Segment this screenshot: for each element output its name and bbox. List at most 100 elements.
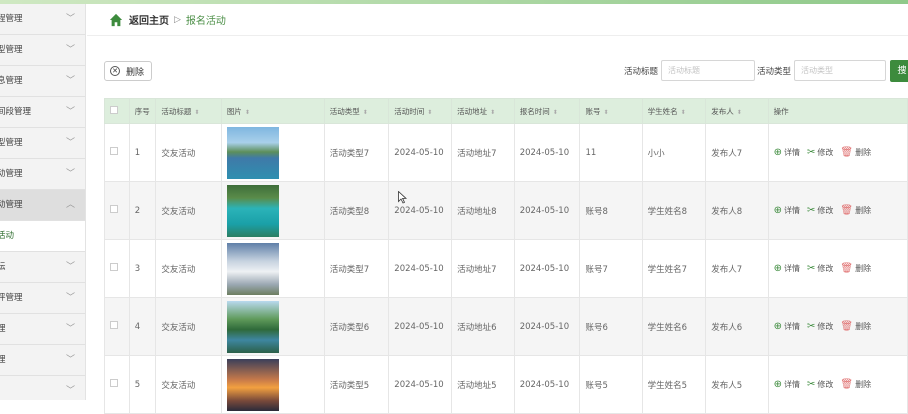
cell-account: 11: [579, 123, 643, 182]
actions-cell: ⊕ 详情 ✂ 修改 🗑 删除: [767, 355, 908, 414]
activity-thumbnail[interactable]: [226, 184, 279, 237]
table-row[interactable]: 3 交友活动 活动类型7 2024-05-10 活动地址7 2024-05-10 账号7 学生…: [104, 239, 908, 298]
cell-publisher: 发布人7: [705, 123, 769, 182]
cell-address: 活动地址6: [451, 297, 515, 356]
row-select-cell[interactable]: [104, 123, 130, 182]
type-search-input[interactable]: [794, 60, 887, 81]
row-select-cell[interactable]: [104, 297, 130, 356]
sidebar-item[interactable]: 坛﹀: [0, 252, 85, 283]
sort-icon[interactable]: ⬍: [603, 109, 608, 116]
activity-thumbnail[interactable]: [226, 300, 279, 353]
column-header-label: 操作: [773, 106, 789, 116]
edit-button[interactable]: ✂ 修改: [807, 321, 833, 332]
cell-type: 活动类型8: [323, 181, 390, 240]
column-header-label: 序号: [134, 106, 150, 116]
delete-button-label: 删除: [855, 380, 872, 389]
delete-button[interactable]: 🗑 删除: [840, 379, 871, 390]
sort-icon[interactable]: ⬍: [681, 109, 686, 116]
trash-icon: 🗑: [840, 205, 854, 216]
sidebar-item[interactable]: 程管理 ﹀: [0, 4, 85, 35]
cell-account: 账号5: [579, 355, 643, 414]
sidebar-item[interactable]: 动管理 ﹀: [0, 159, 85, 190]
sort-icon[interactable]: ⬍: [363, 109, 368, 116]
sort-icon[interactable]: ⬍: [245, 109, 250, 116]
cell-idx: 2: [128, 181, 157, 240]
row-checkbox[interactable]: [110, 321, 118, 329]
activity-thumbnail[interactable]: [226, 358, 279, 411]
cell-account: 账号8: [579, 181, 643, 240]
row-checkbox[interactable]: [110, 147, 118, 155]
sidebar-item[interactable]: 理﹀: [0, 345, 85, 376]
sidebar-item-label: 型管理: [0, 45, 23, 55]
search-button[interactable]: 捜: [890, 60, 908, 82]
sort-icon[interactable]: ⬍: [737, 109, 742, 116]
delete-button[interactable]: 🗑 删除: [840, 147, 871, 158]
detail-button[interactable]: ⊕ 详情: [774, 379, 800, 390]
detail-button[interactable]: ⊕ 详情: [774, 205, 800, 216]
table-header-row: 序号 活动标题 ⬍ 图片 ⬍ 活动类型 ⬍ 活动时间 ⬍ 活动地址 ⬍ 报名时间 ⬍ 账号 ⬍ 学生姓名 ⬍ 发布…: [104, 98, 908, 124]
detail-button[interactable]: ⊕ 详情: [774, 263, 800, 274]
sidebar-item[interactable]: 间段管理 ﹀: [0, 97, 85, 128]
delete-button[interactable]: 🗑 删除: [840, 321, 871, 332]
row-checkbox[interactable]: [110, 263, 118, 271]
table-row[interactable]: 2 交友活动 活动类型8 2024-05-10 活动地址8 2024-05-10 账号8 学生…: [104, 181, 908, 240]
column-header[interactable]: 活动时间 ⬍: [388, 98, 453, 124]
detail-button[interactable]: ⊕ 详情: [774, 321, 800, 332]
row-select-cell[interactable]: [104, 239, 130, 298]
sidebar-item[interactable]: 型管理 ﹀: [0, 128, 85, 159]
detail-button-label: 详情: [784, 380, 800, 389]
image-cell: [220, 181, 325, 240]
main-content: 返回主页 ▷ 报名活动 ✕ 删除 活动标题 活动类型 捜 序号活动标题⬍图片⬍活…: [87, 4, 908, 414]
delete-button[interactable]: 🗑 删除: [840, 205, 871, 216]
sidebar-item[interactable]: 评管理 ﹀: [0, 283, 85, 314]
cell-title: 交友活动: [155, 181, 222, 240]
trash-icon: 🗑: [840, 263, 854, 274]
column-header[interactable]: 学生姓名 ⬍: [641, 98, 707, 124]
row-checkbox[interactable]: [110, 379, 118, 387]
select-all-checkbox[interactable]: [110, 106, 118, 114]
table-row[interactable]: 5 交友活动 活动类型5 2024-05-10 活动地址5 2024-05-10 账号5 学生…: [104, 355, 908, 414]
select-all-cell[interactable]: [104, 98, 130, 124]
cell-type: 活动类型5: [323, 355, 390, 414]
edit-button[interactable]: ✂ 修改: [807, 205, 833, 216]
row-select-cell[interactable]: [104, 181, 130, 240]
sidebar-item[interactable]: ﹀: [0, 376, 85, 400]
sidebar-item-label: 理: [0, 345, 6, 376]
table-row[interactable]: 4 交友活动 活动类型6 2024-05-10 活动地址6 2024-05-10 账号6 学生…: [104, 297, 908, 356]
column-header[interactable]: 图片 ⬍: [220, 98, 325, 124]
column-header[interactable]: 账号 ⬍: [579, 98, 643, 124]
breadcrumb-home[interactable]: 返回主页: [129, 12, 169, 27]
column-header[interactable]: 活动类型 ⬍: [323, 98, 390, 124]
edit-button[interactable]: ✂ 修改: [807, 263, 833, 274]
title-search-input[interactable]: [661, 60, 756, 81]
sort-icon[interactable]: ⬍: [490, 109, 495, 116]
sort-icon[interactable]: ⬍: [427, 109, 432, 116]
column-header[interactable]: 报名时间 ⬍: [513, 98, 581, 124]
home-icon[interactable]: [109, 13, 123, 27]
activity-thumbnail[interactable]: [226, 242, 279, 295]
edit-button[interactable]: ✂ 修改: [807, 379, 833, 390]
row-select-cell[interactable]: [104, 355, 130, 414]
cell-student: 小小: [641, 123, 707, 182]
sidebar-item[interactable]: 理﹀: [0, 314, 85, 345]
row-checkbox[interactable]: [110, 205, 118, 213]
column-header[interactable]: 活动地址 ⬍: [451, 98, 515, 124]
toolbar: ✕ 删除 活动标题 活动类型 捜: [87, 36, 908, 94]
activity-thumbnail[interactable]: [226, 126, 279, 179]
sidebar-item[interactable]: 活动: [0, 221, 85, 252]
cell-time: 2024-05-10: [388, 297, 453, 356]
batch-delete-button[interactable]: ✕ 删除: [104, 61, 152, 81]
delete-button[interactable]: 🗑 删除: [840, 263, 871, 274]
detail-button[interactable]: ⊕ 详情: [774, 147, 800, 158]
sidebar-item[interactable]: 型管理 ﹀: [0, 35, 85, 66]
sort-icon[interactable]: ⬍: [194, 109, 199, 116]
sidebar-item[interactable]: 息管理 ﹀: [0, 66, 85, 97]
delete-button-label: 删除: [855, 206, 872, 215]
sidebar-item[interactable]: 动管理 ︿: [0, 190, 85, 221]
table-row[interactable]: 1 交友活动 活动类型7 2024-05-10 活动地址7 2024-05-10 11 小小发…: [104, 123, 908, 182]
search-icon: ⊕: [773, 321, 782, 332]
column-header[interactable]: 发布人 ⬍: [705, 98, 769, 124]
sort-icon[interactable]: ⬍: [553, 109, 558, 116]
edit-button[interactable]: ✂ 修改: [807, 147, 833, 158]
column-header[interactable]: 活动标题 ⬍: [155, 98, 222, 124]
